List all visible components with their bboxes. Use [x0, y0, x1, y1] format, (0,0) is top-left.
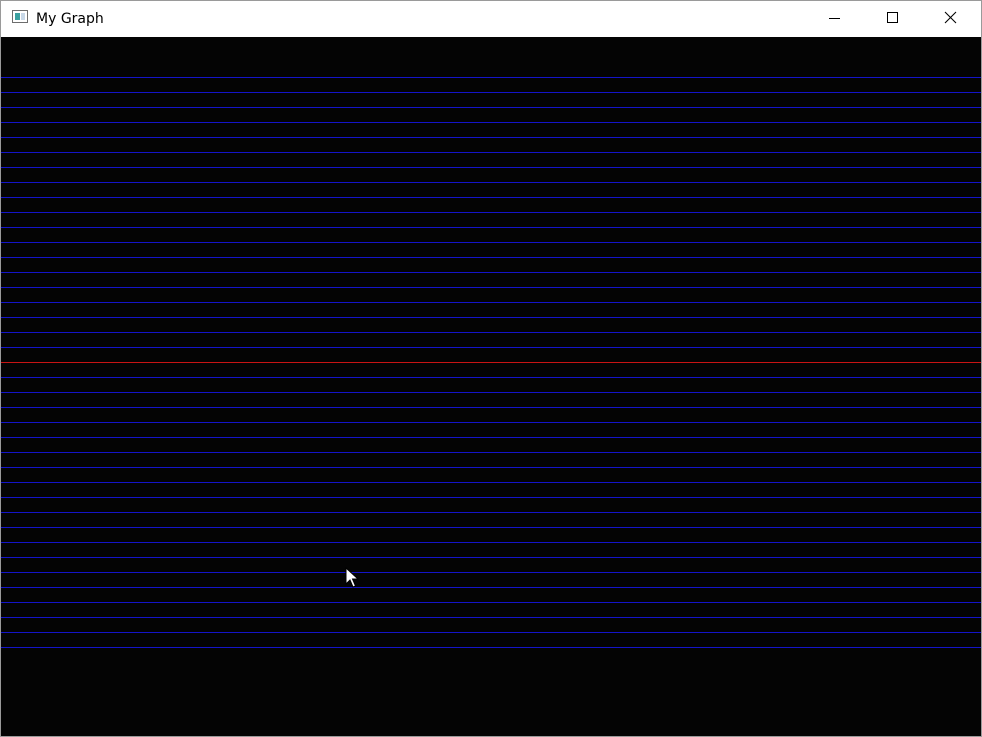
arrow-cursor-icon: [345, 567, 359, 588]
window-title: My Graph: [36, 11, 104, 27]
maximize-icon: [887, 12, 898, 23]
maximize-button[interactable]: [863, 1, 921, 37]
graph-plot: [1, 37, 981, 736]
close-button[interactable]: [921, 1, 979, 37]
minimize-icon: [829, 18, 840, 19]
app-window-icon[interactable]: [12, 10, 28, 23]
minimize-button[interactable]: [805, 1, 863, 37]
title-bar[interactable]: My Graph: [1, 1, 981, 37]
close-icon: [944, 11, 957, 24]
graph-canvas[interactable]: [1, 37, 981, 736]
app-window: My Graph: [0, 0, 982, 737]
